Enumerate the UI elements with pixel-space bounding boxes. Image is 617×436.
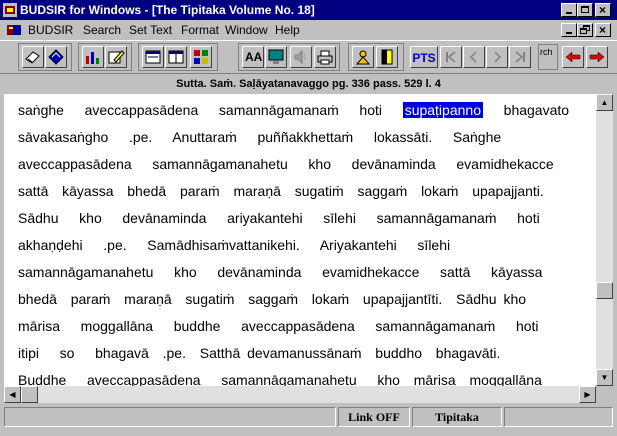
first-page-button[interactable]	[440, 46, 462, 68]
red-arrow-left-icon	[565, 51, 581, 63]
document-menu-icon[interactable]	[6, 23, 22, 37]
open-book-button[interactable]	[22, 46, 44, 68]
collection-status: Tipitaka	[412, 407, 502, 427]
search-next-button[interactable]	[586, 46, 608, 68]
menu-set-text[interactable]: Set Text	[129, 23, 172, 37]
speaker-icon	[294, 49, 306, 65]
horizontal-scrollbar[interactable]: ◀ ▶	[4, 386, 596, 403]
scroll-right-button[interactable]: ▶	[579, 386, 596, 403]
grid-icon	[194, 50, 208, 64]
window-view-button[interactable]	[142, 46, 164, 68]
sound-button[interactable]	[290, 46, 312, 68]
status-panel-main	[4, 407, 336, 427]
monitor-icon	[268, 49, 284, 64]
close-icon: ×	[599, 23, 607, 37]
close-icon: ×	[599, 3, 607, 17]
pencil-document-icon	[108, 50, 125, 64]
vertical-scroll-thumb[interactable]	[596, 282, 613, 299]
text-line[interactable]: mārisa moggallāna buddhe aveccappasādena…	[18, 318, 539, 334]
horizontal-scroll-thumb[interactable]	[21, 386, 38, 403]
minimize-button[interactable]	[561, 3, 577, 17]
menu-format[interactable]: Format	[181, 23, 219, 37]
selected-word[interactable]: supaṭipanno	[402, 102, 483, 118]
last-page-button[interactable]	[509, 46, 531, 68]
red-arrow-right-icon	[589, 51, 605, 63]
exit-button[interactable]	[376, 46, 398, 68]
doc-minimize-button[interactable]	[561, 23, 577, 37]
chevron-right-icon	[494, 51, 502, 63]
scroll-down-button[interactable]: ▼	[596, 369, 613, 386]
menu-help[interactable]: Help	[275, 23, 300, 37]
text-line[interactable]: Sādhu kho devānaminda ariyakantehi sīleh…	[18, 210, 540, 226]
text-line[interactable]: sattā kāyassa bhedā paraṁ maraṇā sugatiṁ…	[18, 183, 544, 199]
text-line[interactable]: bhedā paraṁ maraṇā sugatiṁ saggaṁ lokaṁ …	[18, 291, 526, 307]
text-line[interactable]: akhaṇḍehi .pe. Samādhisaṁvattanikehi. Ar…	[18, 237, 450, 253]
scroll-left-button[interactable]: ◀	[4, 386, 21, 403]
menu-budsir[interactable]: BUDSIR	[28, 23, 73, 37]
triangle-right-icon: ▶	[584, 390, 591, 399]
maximize-button[interactable]	[577, 3, 593, 17]
user-button[interactable]	[352, 46, 374, 68]
bookmark-button[interactable]	[45, 46, 67, 68]
person-icon	[355, 50, 371, 65]
window-icon	[145, 50, 161, 64]
grid-view-button[interactable]	[190, 46, 212, 68]
next-page-button[interactable]	[486, 46, 508, 68]
first-page-icon	[446, 51, 456, 63]
status-bar: Link OFF Tipitaka	[0, 405, 617, 429]
text-line[interactable]: sāvakasaṅgho .pe. Anuttaraṁ puññakkhetta…	[18, 129, 501, 145]
app-window: BUDSIR for Windows - [The Tipitaka Volum…	[0, 0, 617, 436]
scroll-up-button[interactable]: ▲	[596, 94, 613, 111]
triangle-up-icon: ▲	[600, 98, 609, 107]
vertical-scrollbar[interactable]: ▲ ▼	[596, 94, 613, 386]
chevron-left-icon	[469, 51, 477, 63]
split-view-button[interactable]	[165, 46, 187, 68]
menu-search[interactable]: Search	[83, 23, 121, 37]
restore-icon-front	[580, 28, 587, 34]
minimize-icon	[566, 12, 572, 14]
text-line[interactable]: Buddhe aveccappasādena samannāgamanahetu…	[18, 372, 542, 386]
search-previous-button[interactable]	[562, 46, 584, 68]
text-content-area[interactable]: saṅghe aveccappasādena samannāgamanaṁ ho…	[4, 94, 596, 386]
link-status: Link OFF	[338, 407, 410, 427]
edit-text-button[interactable]	[105, 46, 127, 68]
minimize-icon	[566, 32, 572, 34]
text-line[interactable]: saṅghe aveccappasādena samannāgamanaṁ ho…	[18, 102, 569, 118]
previous-page-button[interactable]	[463, 46, 485, 68]
maximize-icon	[581, 6, 589, 13]
triangle-left-icon: ◀	[9, 390, 16, 399]
text-line[interactable]: aveccappasādena samannāgamanahetu kho de…	[18, 156, 554, 172]
doc-restore-button[interactable]	[577, 23, 593, 37]
print-button[interactable]	[314, 46, 336, 68]
printer-icon	[317, 50, 333, 65]
display-button[interactable]	[265, 46, 287, 68]
menu-bar: BUDSIR Search Set Text Format Window Hel…	[0, 20, 617, 40]
book-icon	[25, 51, 40, 64]
triangle-down-icon: ▼	[600, 373, 609, 382]
scroll-corner	[596, 386, 613, 403]
font-size-icon: AA	[245, 50, 263, 64]
window-title: BUDSIR for Windows - [The Tipitaka Volum…	[20, 3, 315, 17]
status-panel-extra	[504, 407, 613, 427]
pts-button[interactable]: PTS	[410, 46, 438, 68]
font-size-button[interactable]: AA	[242, 46, 264, 68]
close-button[interactable]: ×	[595, 3, 611, 17]
search-snippet[interactable]: rch	[538, 44, 558, 70]
title-bar[interactable]: BUDSIR for Windows - [The Tipitaka Volum…	[0, 0, 617, 20]
split-window-icon	[168, 50, 184, 64]
doc-close-button[interactable]: ×	[595, 23, 611, 37]
last-page-icon	[515, 51, 525, 63]
text-line[interactable]: samannāgamanahetu kho devānaminda evamid…	[18, 264, 542, 280]
diamond-book-icon	[48, 49, 64, 65]
text-line[interactable]: itipi so bhagavā .pe. Satthā devamanussā…	[18, 345, 500, 361]
toolbar: AA PTS rch	[0, 40, 617, 74]
bar-chart-icon	[86, 52, 99, 64]
door-icon	[381, 49, 393, 65]
budsir-app-icon[interactable]	[3, 3, 17, 17]
statistics-button[interactable]	[82, 46, 104, 68]
reference-header: Sutta. Saṁ. Saḷāyatanavaggo pg. 336 pass…	[0, 75, 617, 93]
menu-window[interactable]: Window	[225, 23, 268, 37]
